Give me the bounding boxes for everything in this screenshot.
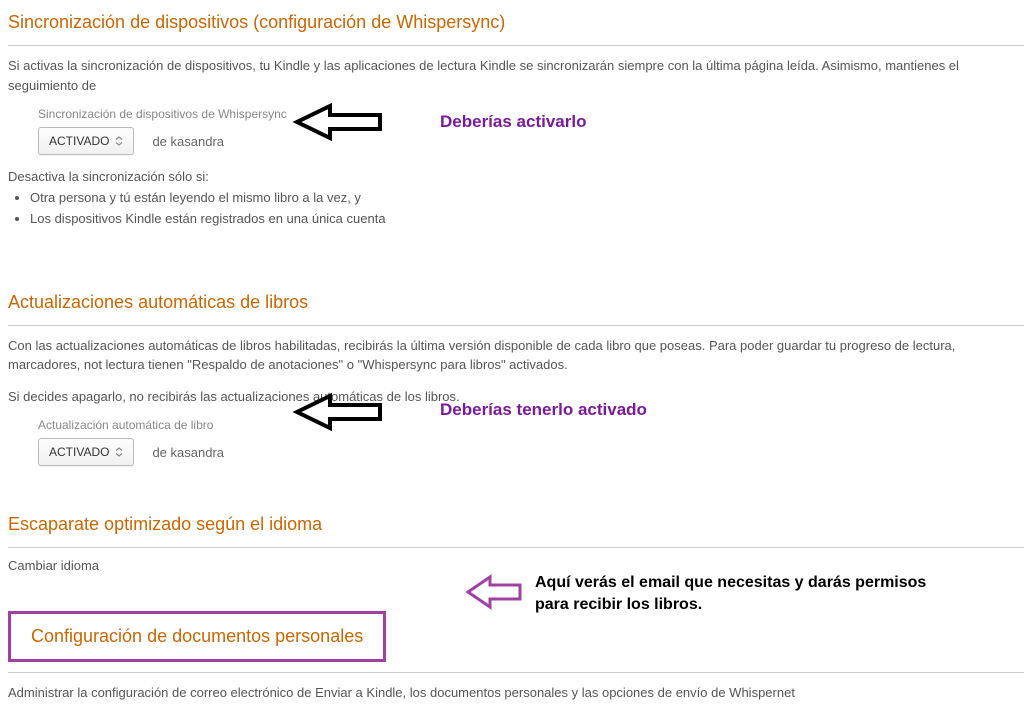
divider bbox=[8, 547, 1024, 548]
annotation-2: Deberías tenerlo activado bbox=[440, 400, 647, 420]
auto-updates-owner: de kasandra bbox=[152, 445, 224, 460]
sync-bullet-1: Otra persona y tú están leyendo el mismo… bbox=[30, 188, 1024, 209]
sync-owner: de kasandra bbox=[152, 134, 224, 149]
sync-desc: Si activas la sincronización de disposit… bbox=[8, 56, 1024, 95]
sync-devices-title: Sincronización de dispositivos (configur… bbox=[8, 12, 1024, 33]
sync-dropdown-value: ACTIVADO bbox=[49, 134, 109, 148]
personal-docs-box: Configuración de documentos personales bbox=[8, 611, 386, 662]
auto-updates-dropdown[interactable]: ACTIVADO bbox=[38, 438, 134, 466]
sync-bullet-2: Los dispositivos Kindle están registrado… bbox=[30, 209, 1024, 230]
change-language-link[interactable]: Cambiar idioma bbox=[8, 558, 1024, 573]
auto-updates-dropdown-value: ACTIVADO bbox=[49, 445, 109, 459]
sync-list-intro: Desactiva la sincronización sólo si: bbox=[8, 169, 1024, 184]
divider bbox=[8, 672, 1024, 673]
chevron-updown-icon bbox=[115, 447, 123, 457]
divider bbox=[8, 45, 1024, 46]
sync-bullets: Otra persona y tú están leyendo el mismo… bbox=[30, 188, 1024, 230]
sync-dropdown[interactable]: ACTIVADO bbox=[38, 127, 134, 155]
personal-docs-title[interactable]: Configuración de documentos personales bbox=[31, 626, 363, 647]
auto-updates-field-label: Actualización automática de libro bbox=[38, 418, 1024, 432]
arrow-left-purple-icon bbox=[460, 572, 525, 612]
personal-docs-desc: Administrar la configuración de correo e… bbox=[8, 683, 1024, 703]
auto-updates-title: Actualizaciones automáticas de libros bbox=[8, 292, 1024, 313]
annotation-1: Deberías activarlo bbox=[440, 112, 586, 132]
arrow-left-icon bbox=[285, 390, 385, 435]
arrow-left-icon bbox=[285, 100, 385, 145]
auto-updates-desc1: Con las actualizaciones automáticas de l… bbox=[8, 336, 1024, 375]
divider bbox=[8, 325, 1024, 326]
storefront-title: Escaparate optimizado según el idioma bbox=[8, 514, 1024, 535]
annotation-3: Aquí verás el email que necesitas y dará… bbox=[535, 572, 935, 615]
chevron-updown-icon bbox=[115, 136, 123, 146]
